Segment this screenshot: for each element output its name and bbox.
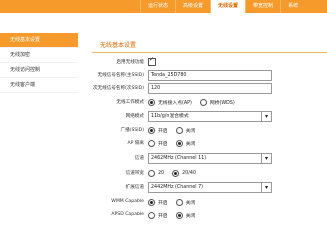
ap-isolation-label: AP 隔离 xyxy=(127,141,144,146)
tab-status[interactable]: 运行状态 xyxy=(140,0,175,13)
row-wmm: WMM Capable 开启 关闭 xyxy=(92,196,327,209)
radio-selected-icon xyxy=(175,212,183,219)
ssid-broadcast-off-label: 关闭 xyxy=(185,129,196,134)
tab-bandwidth[interactable]: 带宽控制 xyxy=(245,0,280,13)
channel-value: 2462MHz (Channel 11) xyxy=(151,156,207,161)
radio-selected-icon xyxy=(148,199,155,206)
row-enable-wireless: 启用无线功能 xyxy=(92,56,327,69)
work-mode-ap-label: 无线接入点(AP) xyxy=(158,101,192,106)
wmm-control: 开启 关闭 xyxy=(148,197,203,208)
enable-wireless-label: 启用无线功能 xyxy=(116,60,144,65)
network-mode-select[interactable]: 11b/g/n混合模式 ▾ xyxy=(148,111,272,122)
wmm-off-option[interactable]: 关闭 xyxy=(175,199,196,206)
network-mode-value: 11b/g/n混合模式 xyxy=(151,114,189,119)
wmm-off-label: 关闭 xyxy=(185,201,196,206)
wmm-on-label: 开启 xyxy=(158,201,168,206)
row-network-mode: 网络模式 11b/g/n混合模式 ▾ xyxy=(92,110,327,123)
apsd-off-label: 关闭 xyxy=(185,214,196,219)
row-ext-channel: 扩展信道 2442MHz (Channel 7) ▾ xyxy=(92,181,327,194)
ssid-secondary-input[interactable]: 120 xyxy=(148,83,272,94)
wmm-on-option[interactable]: 开启 xyxy=(148,199,168,206)
row-ssid-broadcast: 广播(SSID) 开启 关闭 xyxy=(92,124,327,137)
bandwidth-2040-option[interactable]: 20/40 xyxy=(172,170,196,177)
sidebar-item-basic[interactable]: 无线基本设置 xyxy=(0,33,78,48)
bandwidth-20-label: 20 xyxy=(158,171,165,176)
work-mode-control: 无线接入点(AP) 网桥(WDS) xyxy=(148,97,243,108)
apsd-label: APSD Capable xyxy=(111,212,144,217)
row-bandwidth: 信道带宽 20 20/40 xyxy=(92,167,327,180)
row-ssid-primary: 无线信号名称(主SSID) Tenda_25D780 xyxy=(92,69,327,82)
ssid-broadcast-on-option[interactable]: 开启 xyxy=(148,127,168,134)
radio-selected-icon xyxy=(175,140,183,147)
top-nav-bar: 运行状态 高级设置 无线设置 带宽控制 系统 xyxy=(0,0,327,13)
radio-empty-icon xyxy=(175,199,183,206)
ssid-primary-input[interactable]: Tenda_25D780 xyxy=(148,70,272,81)
ssid-broadcast-label: 广播(SSID) xyxy=(120,128,145,133)
ap-isolation-off-label: 关闭 xyxy=(185,142,196,147)
wmm-label: WMM Capable xyxy=(111,199,144,204)
bandwidth-label: 信道带宽 xyxy=(125,171,144,176)
work-mode-wds-label: 网桥(WDS) xyxy=(209,101,235,106)
ap-isolation-off-option[interactable]: 关闭 xyxy=(175,140,196,147)
ssid-primary-label: 无线信号名称(主SSID) xyxy=(97,73,144,78)
enable-wireless-control xyxy=(148,56,156,68)
work-mode-ap-option[interactable]: 无线接入点(AP) xyxy=(148,99,192,106)
radio-empty-icon xyxy=(148,140,155,147)
bandwidth-2040-label: 20/40 xyxy=(182,171,196,176)
apsd-on-label: 开启 xyxy=(158,214,168,219)
ext-channel-label: 扩展信道 xyxy=(125,185,144,190)
radio-selected-icon xyxy=(148,99,155,106)
radio-empty-icon xyxy=(199,99,207,106)
ap-isolation-on-label: 开启 xyxy=(158,142,168,147)
work-mode-label: 无线工作模式 xyxy=(116,100,144,105)
chevron-down-icon: ▾ xyxy=(261,154,271,163)
chevron-down-icon: ▾ xyxy=(261,112,271,121)
ap-isolation-control: 开启 关闭 xyxy=(148,138,203,149)
main-content: 无线基本设置 启用无线功能 无线信号名称(主SSID) Tenda_25D780… xyxy=(92,30,327,219)
radio-empty-icon xyxy=(148,212,155,219)
apsd-on-option[interactable]: 开启 xyxy=(148,212,168,219)
ssid-broadcast-on-label: 开启 xyxy=(158,129,168,134)
radio-empty-icon xyxy=(148,170,155,177)
ssid-broadcast-control: 开启 关闭 xyxy=(148,125,203,136)
tab-wireless[interactable]: 无线设置 xyxy=(210,0,246,13)
channel-label: 信道 xyxy=(134,156,144,161)
tab-advanced[interactable]: 高级设置 xyxy=(175,0,210,13)
apsd-off-option[interactable]: 关闭 xyxy=(175,212,196,219)
tab-system[interactable]: 系统 xyxy=(280,0,305,13)
ext-channel-value: 2442MHz (Channel 7) xyxy=(151,185,204,190)
ssid-secondary-label: 次无线信号名称(次SSID) xyxy=(92,86,144,91)
ap-isolation-on-option[interactable]: 开启 xyxy=(148,140,168,147)
ssid-broadcast-off-option[interactable]: 关闭 xyxy=(175,127,196,134)
work-mode-wds-option[interactable]: 网桥(WDS) xyxy=(199,99,235,106)
title-divider xyxy=(92,52,327,53)
ext-channel-select[interactable]: 2442MHz (Channel 7) ▾ xyxy=(148,182,272,193)
channel-select[interactable]: 2462MHz (Channel 11) ▾ xyxy=(148,153,272,164)
radio-empty-icon xyxy=(175,127,183,134)
apsd-control: 开启 关闭 xyxy=(148,210,203,221)
bandwidth-20-option[interactable]: 20 xyxy=(148,170,164,177)
row-ap-isolation: AP 隔离 开启 关闭 xyxy=(92,137,327,150)
bandwidth-control: 20 20/40 xyxy=(148,168,204,179)
enable-wireless-checkbox[interactable] xyxy=(148,56,156,66)
row-channel: 信道 2462MHz (Channel 11) ▾ xyxy=(92,152,327,165)
row-work-mode: 无线工作模式 无线接入点(AP) 网桥(WDS) xyxy=(92,96,327,109)
chevron-down-icon: ▾ xyxy=(261,183,271,192)
page-title: 无线基本设置 xyxy=(100,42,137,49)
radio-selected-icon xyxy=(148,127,155,134)
row-ssid-secondary: 次无线信号名称(次SSID) 120 xyxy=(92,82,327,95)
radio-selected-icon xyxy=(172,170,180,177)
row-apsd: APSD Capable 开启 关闭 xyxy=(92,209,327,222)
network-mode-label: 网络模式 xyxy=(125,114,144,119)
top-tabs: 运行状态 高级设置 无线设置 带宽控制 系统 xyxy=(140,0,305,13)
